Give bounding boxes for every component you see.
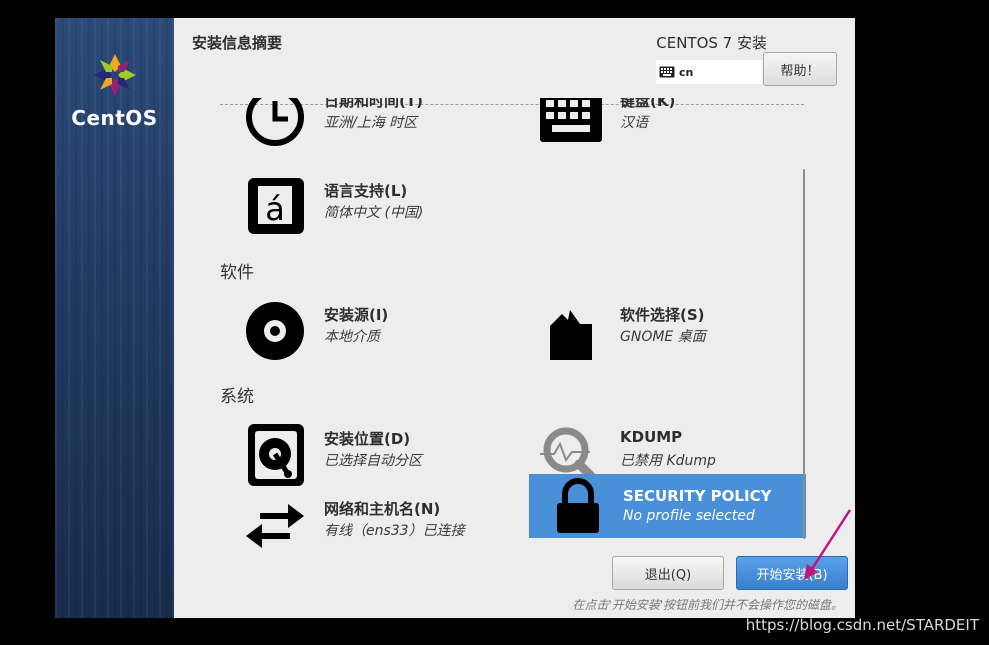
footer-note: 在点击'开始安装'按钮前我们并不会操作您的磁盘。 (572, 598, 843, 612)
network-arrows-icon (246, 504, 304, 548)
spoke-security-status: No profile selected (623, 508, 755, 524)
section-software: 软件 (220, 263, 254, 283)
clock-icon (246, 98, 304, 146)
page-title: 安装信息摘要 (192, 34, 283, 52)
lock-icon (557, 478, 599, 533)
disc-icon (246, 302, 304, 360)
quit-button[interactable]: 退出(Q) (612, 556, 724, 590)
keyboard-layout-indicator[interactable]: cn (656, 60, 762, 84)
spokes-area: 日期和时间(T) 亚洲/上海 时区 键盘(K) 汉语 á 语言支持(L) 简体中… (174, 98, 855, 548)
spoke-destination-status: 已选择自动分区 (324, 453, 422, 469)
spoke-network-status: 有线（ens33）已连接 (324, 523, 465, 539)
svg-text:á: á (265, 190, 285, 228)
spoke-software-title: 软件选择(S) (620, 306, 705, 324)
watermark: https://blog.csdn.net/STARDEIT (745, 616, 979, 634)
spoke-source-status: 本地介质 (324, 329, 380, 345)
keyboard-icon (659, 66, 675, 78)
spokes-scrollbar[interactable] (803, 169, 805, 539)
spoke-keyboard[interactable]: 键盘(K) 汉语 (540, 98, 820, 148)
spoke-keyboard-status: 汉语 (620, 115, 648, 131)
spoke-security[interactable]: SECURITY POLICY No profile selected (529, 474, 806, 538)
spoke-network-title: 网络和主机名(N) (324, 500, 441, 518)
logo-text: CentOS (71, 106, 158, 130)
spoke-source[interactable]: 安装源(I) 本地介质 (244, 300, 524, 362)
help-button[interactable]: 帮助！ (763, 52, 837, 86)
spoke-keyboard-title: 键盘(K) (620, 98, 676, 110)
keyboard-large-icon (540, 98, 602, 142)
language-icon: á (248, 178, 304, 234)
spoke-destination[interactable]: 安装位置(D) 已选择自动分区 (244, 424, 524, 486)
spoke-kdump-title: KDUMP (620, 428, 683, 446)
keyboard-layout-code: cn (679, 65, 694, 79)
main-panel: 安装信息摘要 CENTOS 7 安装 cn 帮助！ 日期和时间(T) 亚洲/上海… (174, 18, 855, 618)
spoke-destination-title: 安装位置(D) (324, 430, 411, 448)
sidebar: CentOS (55, 18, 174, 618)
centos-emblem-icon (93, 54, 136, 96)
spoke-language[interactable]: á 语言支持(L) 简体中文 (中国) (244, 176, 524, 238)
spoke-datetime-status: 亚洲/上海 时区 (324, 115, 418, 131)
spoke-language-status: 简体中文 (中国) (324, 205, 424, 221)
package-icon (550, 310, 592, 360)
centos-logo: CentOS (55, 52, 174, 130)
spoke-software-status: GNOME 桌面 (620, 329, 706, 345)
section-system: 系统 (220, 387, 254, 407)
spoke-network[interactable]: 网络和主机名(N) 有线（ens33）已连接 (244, 494, 524, 548)
product-title: CENTOS 7 安装 (656, 34, 767, 52)
spoke-datetime[interactable]: 日期和时间(T) 亚洲/上海 时区 (244, 98, 524, 148)
spoke-language-title: 语言支持(L) (324, 182, 408, 200)
annotation-arrow-icon (804, 509, 852, 580)
spoke-datetime-title: 日期和时间(T) (324, 98, 423, 110)
harddisk-icon (248, 424, 304, 486)
installer-window: CentOS 安装信息摘要 CENTOS 7 安装 cn 帮助！ 日期和时间(T… (55, 18, 855, 618)
spoke-kdump-status: 已禁用 Kdump (620, 453, 716, 469)
spoke-source-title: 安装源(I) (324, 306, 389, 324)
spoke-software[interactable]: 软件选择(S) GNOME 桌面 (540, 300, 820, 362)
spoke-security-title: SECURITY POLICY (623, 487, 772, 505)
